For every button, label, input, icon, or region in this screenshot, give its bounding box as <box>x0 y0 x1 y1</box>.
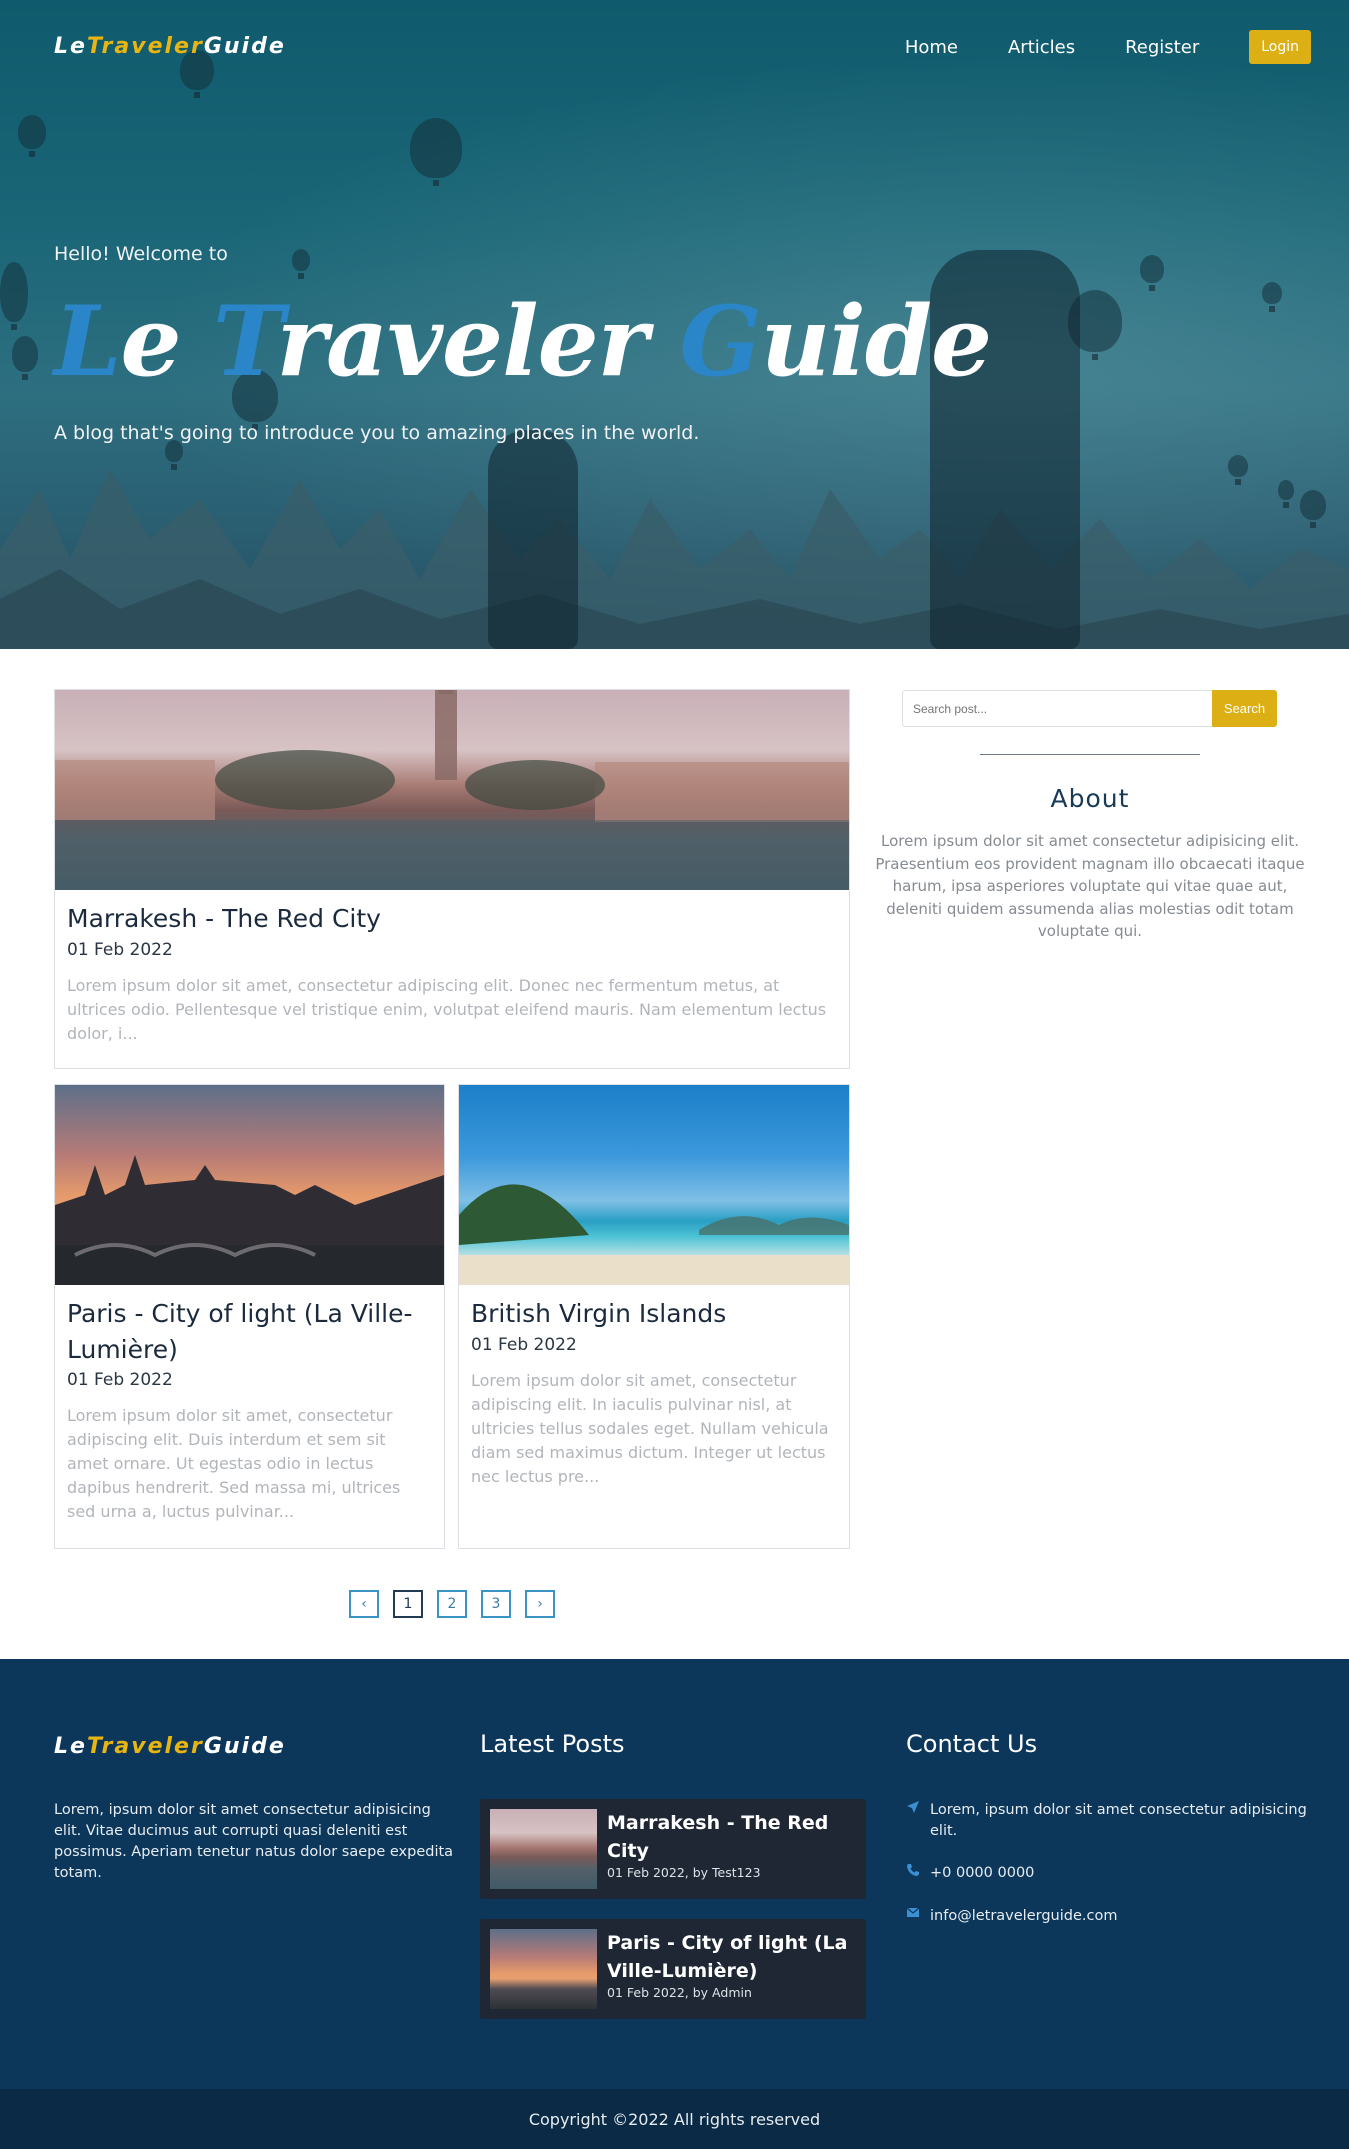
balloon-decoration <box>0 262 28 330</box>
latest-post-item[interactable]: Paris - City of light (La Ville-Lumière)… <box>480 1919 866 2019</box>
sidebar-divider <box>980 754 1200 755</box>
pagination-page-2[interactable]: 2 <box>437 1590 467 1618</box>
logo-text-le: Le <box>54 1734 87 1759</box>
balloon-decoration <box>292 249 310 279</box>
balloon-decoration <box>1262 282 1282 312</box>
pagination-next[interactable]: › <box>525 1590 555 1618</box>
post-card-marrakesh[interactable]: Marrakesh - The Red City 01 Feb 2022 Lor… <box>54 684 850 1069</box>
latest-post-item[interactable]: Marrakesh - The Red City 01 Feb 2022, by… <box>480 1799 866 1899</box>
contact-phone-text[interactable]: +0 0000 0000 <box>930 1863 1034 1884</box>
post-title[interactable]: British Virgin Islands <box>471 1296 726 1332</box>
contact-phone: +0 0000 0000 <box>906 1863 1316 1884</box>
main-nav: Home Articles Register Login <box>905 30 1311 64</box>
logo-text-guide: Guide <box>203 1734 286 1759</box>
contact-address-text: Lorem, ipsum dolor sit amet consectetur … <box>930 1802 1307 1839</box>
post-title[interactable]: Marrakesh - The Red City <box>67 901 381 937</box>
contact-email: info@letravelerguide.com <box>906 1906 1316 1927</box>
traveler-silhouette <box>488 430 578 649</box>
post-card-paris[interactable]: Paris - City of light (La Ville-Lumière)… <box>54 1084 445 1549</box>
post-card-bvi[interactable]: British Virgin Islands 01 Feb 2022 Lorem… <box>458 1084 850 1549</box>
logo-text-guide: Guide <box>203 34 286 59</box>
nav-link-home[interactable]: Home <box>905 37 958 58</box>
latest-post-thumb[interactable] <box>490 1809 597 1889</box>
balloon-decoration <box>1140 255 1164 291</box>
balloon-decoration <box>12 336 38 380</box>
post-date: 01 Feb 2022 <box>471 1335 577 1355</box>
post-image[interactable] <box>459 1085 849 1285</box>
contact-email-text[interactable]: info@letravelerguide.com <box>930 1906 1117 1927</box>
hero-title-part: raveler <box>276 285 648 398</box>
balloon-decoration <box>18 115 46 157</box>
post-date: 01 Feb 2022 <box>67 940 173 960</box>
hero-title-cap: G <box>679 285 762 398</box>
latest-post-title[interactable]: Marrakesh - The Red City <box>607 1809 858 1865</box>
paris-scene <box>55 1155 444 1285</box>
logo-text-traveler: Traveler <box>86 1734 204 1759</box>
footer-about-text: Lorem, ipsum dolor sit amet consectetur … <box>54 1802 454 1881</box>
latest-post-meta: 01 Feb 2022, by Admin <box>607 1985 752 2000</box>
copyright-text: Copyright ©2022 All rights reserved <box>528 2109 821 2129</box>
latest-post-meta: 01 Feb 2022, by Test123 <box>607 1865 761 1880</box>
hero-mountains <box>0 469 1349 649</box>
latest-post-thumb[interactable] <box>490 1929 597 2009</box>
post-date: 01 Feb 2022 <box>67 1370 173 1390</box>
about-title: About <box>1050 784 1130 813</box>
logo-text-le: Le <box>54 34 87 59</box>
post-title[interactable]: Paris - City of light (La Ville-Lumière) <box>67 1296 432 1368</box>
latest-posts-heading: Latest Posts <box>480 1730 625 1758</box>
footer-logo[interactable]: LeTravelerGuide <box>54 1734 286 1759</box>
post-excerpt: Lorem ipsum dolor sit amet, consectetur … <box>471 1371 829 1486</box>
hero-greeting: Hello! Welcome to <box>54 243 228 265</box>
hero-title-cap: T <box>213 285 277 398</box>
envelope-icon <box>906 1906 930 1926</box>
nav-link-register[interactable]: Register <box>1125 37 1199 58</box>
balloon-decoration <box>410 118 462 186</box>
post-excerpt: Lorem ipsum dolor sit amet, consectetur … <box>67 976 827 1043</box>
about-text: Lorem ipsum dolor sit amet consectetur a… <box>875 832 1305 940</box>
hero-title-part: e <box>120 285 182 398</box>
logo-text-traveler: Traveler <box>86 34 204 59</box>
site-logo[interactable]: LeTravelerGuide <box>54 34 286 59</box>
post-excerpt: Lorem ipsum dolor sit amet, consectetur … <box>67 1406 401 1521</box>
nav-link-articles[interactable]: Articles <box>1008 37 1075 58</box>
bvi-scene <box>459 1184 849 1285</box>
latest-post-title[interactable]: Paris - City of light (La Ville-Lumière) <box>607 1929 858 1985</box>
hero-subtitle: A blog that's going to introduce you to … <box>54 422 700 444</box>
pagination-page-3[interactable]: 3 <box>481 1590 511 1618</box>
contact-heading: Contact Us <box>906 1730 1038 1758</box>
hero-banner: LeTravelerGuide Home Articles Register L… <box>0 0 1349 649</box>
phone-icon <box>906 1863 930 1883</box>
pagination-prev[interactable]: ‹ <box>349 1590 379 1618</box>
post-image[interactable] <box>55 684 849 890</box>
search-button[interactable]: Search <box>1212 690 1277 727</box>
marrakesh-scene <box>55 684 849 890</box>
post-image[interactable] <box>55 1085 444 1285</box>
hero-title: Le Traveler Guide <box>54 285 992 398</box>
contact-address: Lorem, ipsum dolor sit amet consectetur … <box>906 1800 1316 1842</box>
copyright-bar: Copyright ©2022 All rights reserved <box>0 2089 1349 2149</box>
hero-title-cap: L <box>54 285 121 398</box>
pagination-page-1[interactable]: 1 <box>393 1590 423 1618</box>
location-arrow-icon <box>906 1800 930 1820</box>
login-button[interactable]: Login <box>1249 30 1311 64</box>
search-input[interactable] <box>902 690 1212 727</box>
hero-title-part: uide <box>760 285 992 398</box>
